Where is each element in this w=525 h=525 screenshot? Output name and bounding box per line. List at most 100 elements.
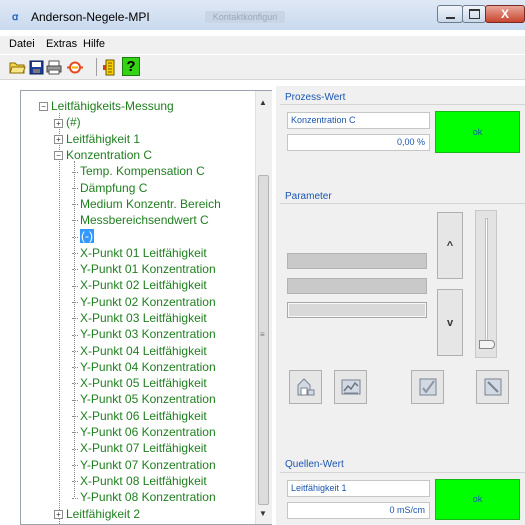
device-icon[interactable] <box>101 58 119 76</box>
tree-branch-line <box>72 383 78 385</box>
tree-branch-line <box>72 318 78 320</box>
window-title: Anderson-Negele-MPI <box>31 10 150 24</box>
tree-item[interactable]: + (#) <box>54 114 81 130</box>
tree-item[interactable]: X-Punkt 01 Leitfähigkeit <box>72 245 207 261</box>
tree-branch-line <box>72 481 78 483</box>
menu-extras[interactable]: Extras <box>46 38 77 50</box>
parameter-field-1 <box>287 253 427 269</box>
tree-item[interactable]: X-Punkt 04 Leitfähigkeit <box>72 343 207 359</box>
tree-branch-line <box>72 269 78 271</box>
maximize-button[interactable] <box>462 5 486 23</box>
tree-branch-line <box>72 448 78 450</box>
tree-item-label: (#) <box>66 115 81 130</box>
close-icon: X <box>500 7 509 21</box>
collapse-icon[interactable]: − <box>39 102 48 112</box>
expand-icon[interactable]: + <box>54 118 63 128</box>
tree-branch-line <box>72 497 78 499</box>
tree-item[interactable]: X-Punkt 06 Leitfähigkeit <box>72 408 207 424</box>
confirm-button[interactable] <box>411 370 444 404</box>
tree-branch-line <box>72 187 78 189</box>
chevron-up-icon: ^ <box>446 239 454 252</box>
tree-item[interactable]: X-Punkt 02 Leitfähigkeit <box>72 277 207 293</box>
expand-icon[interactable]: + <box>54 134 63 144</box>
tree-item[interactable]: Y-Punkt 05 Konzentration <box>72 391 216 407</box>
tree-item-label: X-Punkt 01 Leitfähigkeit <box>80 245 207 260</box>
edit-button[interactable] <box>476 370 509 404</box>
slider-thumb[interactable] <box>479 340 495 349</box>
tree-item[interactable]: X-Punkt 08 Leitfähigkeit <box>72 473 207 489</box>
device-setup-button[interactable] <box>289 370 322 404</box>
tree-item-label: X-Punkt 05 Leitfähigkeit <box>80 376 207 391</box>
tree-item-label: Y-Punkt 03 Konzentration <box>80 327 216 342</box>
open-folder-icon[interactable] <box>8 58 26 76</box>
tree-branch-line <box>72 399 78 401</box>
tree-branch-line <box>72 334 78 336</box>
tree-item-label: Y-Punkt 02 Konzentration <box>80 294 216 309</box>
menu-datei[interactable]: Datei <box>9 38 35 50</box>
tree-item[interactable]: − Leitfähigkeits-Messung <box>39 98 174 114</box>
tree-item[interactable]: X-Punkt 07 Leitfähigkeit <box>72 440 207 456</box>
scroll-up-icon[interactable]: ▲ <box>257 98 269 108</box>
close-button[interactable]: X <box>485 5 525 23</box>
tree-item[interactable]: Y-Punkt 08 Konzentration <box>72 489 216 505</box>
tree-item[interactable]: X-Punkt 05 Leitfähigkeit <box>72 375 207 391</box>
help-icon[interactable]: ? <box>122 57 140 76</box>
tree-branch-line <box>72 367 78 369</box>
tree-item[interactable]: Y-Punkt 06 Konzentration <box>72 424 216 440</box>
tree-item[interactable]: Y-Punkt 03 Konzentration <box>72 326 216 342</box>
tree-branch-line <box>72 285 78 287</box>
tree-item[interactable]: − Konzentration C <box>54 147 152 163</box>
menu-bar <box>0 36 525 54</box>
menu-hilfe[interactable]: Hilfe <box>83 38 105 50</box>
tree-item-label: Leitfähigkeits-Messung <box>51 99 174 113</box>
blurred-tab: Kontaktkonfiguri <box>205 11 285 23</box>
tree-item[interactable]: + Leitfähigkeit 2 <box>54 506 140 522</box>
expand-icon[interactable]: + <box>54 509 63 519</box>
tree-item-label: Temp. Kompensation C <box>80 164 205 179</box>
tree-item[interactable]: Temp. Kompensation C <box>72 163 205 179</box>
tree-item-label: Y-Punkt 04 Konzentration <box>80 359 216 374</box>
tree-item[interactable]: Messbereichsendwert C <box>72 212 209 228</box>
tree-item-label: Leitfähigkeit 2 <box>66 506 141 521</box>
prozess-status-badge: ok <box>435 111 520 153</box>
tree-branch-line <box>72 236 78 238</box>
tree-branch-line <box>72 253 78 255</box>
tree-item[interactable]: Medium Konzentr. Bereich <box>72 196 221 212</box>
chart-button[interactable] <box>334 370 367 404</box>
save-icon[interactable] <box>27 58 45 76</box>
toolbar-separator <box>96 58 97 76</box>
parameter-divider <box>280 203 525 204</box>
tree-item[interactable]: X-Punkt 03 Leitfähigkeit <box>72 310 207 326</box>
prozess-wert-label: Prozess-Wert <box>285 92 346 103</box>
tree-item-label: Medium Konzentr. Bereich <box>80 196 221 211</box>
print-icon[interactable] <box>45 58 63 76</box>
tree-item[interactable]: Y-Punkt 02 Konzentration <box>72 294 216 310</box>
pen-icon <box>484 378 501 396</box>
tree-item[interactable]: + Leitfähigkeit 1 <box>54 131 140 147</box>
tree-item[interactable]: Y-Punkt 04 Konzentration <box>72 359 216 375</box>
tree-item[interactable]: Dämpfung C <box>72 180 147 196</box>
collapse-icon[interactable]: − <box>54 151 63 161</box>
parameter-tree[interactable]: − Leitfähigkeits-Messung + (#) + Leitfähigkei… <box>20 90 272 525</box>
tree-item[interactable]: (-) <box>72 228 94 244</box>
tree-connector <box>59 113 60 524</box>
decrease-button[interactable]: v <box>437 289 463 356</box>
prozess-divider <box>280 104 525 105</box>
device-setup-icon <box>297 378 314 396</box>
quellen-wert-label: Quellen-Wert <box>285 459 344 470</box>
tree-item[interactable]: Y-Punkt 01 Konzentration <box>72 261 216 277</box>
increase-button[interactable]: ^ <box>437 212 463 279</box>
tree-branch-line <box>72 220 78 222</box>
tree-branch-line <box>72 464 78 466</box>
tree-branch-line <box>72 301 78 303</box>
tree-item-label: Y-Punkt 05 Konzentration <box>80 392 216 407</box>
scroll-thumb[interactable] <box>258 175 269 505</box>
connect-icon[interactable] <box>66 58 84 76</box>
parameter-field-3[interactable] <box>287 302 427 318</box>
minimize-button[interactable] <box>437 5 463 23</box>
quellen-value-field: 0 mS/cm <box>287 502 430 519</box>
tree-item[interactable]: Y-Punkt 07 Konzentration <box>72 457 216 473</box>
scroll-down-icon[interactable]: ▼ <box>257 509 269 519</box>
tree-item-label: X-Punkt 03 Leitfähigkeit <box>80 310 207 325</box>
quellen-name-field: Leitfähigkeit 1 <box>287 480 430 497</box>
